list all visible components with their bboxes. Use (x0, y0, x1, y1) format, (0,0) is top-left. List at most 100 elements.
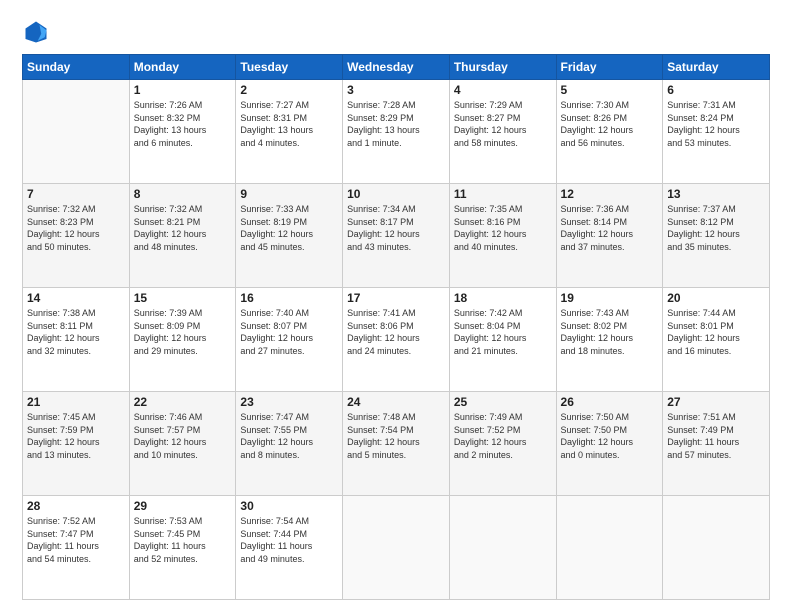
calendar-cell (663, 496, 770, 600)
day-number: 2 (240, 83, 338, 97)
calendar-cell: 18 Sunrise: 7:42 AM Sunset: 8:04 PM Dayli… (449, 288, 556, 392)
day-number: 23 (240, 395, 338, 409)
day-info: Sunrise: 7:46 AM Sunset: 7:57 PM Dayligh… (134, 411, 232, 461)
day-number: 21 (27, 395, 125, 409)
day-info: Sunrise: 7:52 AM Sunset: 7:47 PM Dayligh… (27, 515, 125, 565)
calendar-cell: 20 Sunrise: 7:44 AM Sunset: 8:01 PM Dayli… (663, 288, 770, 392)
day-info: Sunrise: 7:31 AM Sunset: 8:24 PM Dayligh… (667, 99, 765, 149)
calendar-cell (449, 496, 556, 600)
calendar-cell (343, 496, 450, 600)
calendar-cell: 13 Sunrise: 7:37 AM Sunset: 8:12 PM Dayli… (663, 184, 770, 288)
day-number: 3 (347, 83, 445, 97)
day-number: 13 (667, 187, 765, 201)
day-info: Sunrise: 7:51 AM Sunset: 7:49 PM Dayligh… (667, 411, 765, 461)
calendar-cell: 25 Sunrise: 7:49 AM Sunset: 7:52 PM Dayli… (449, 392, 556, 496)
day-number: 25 (454, 395, 552, 409)
day-number: 11 (454, 187, 552, 201)
day-info: Sunrise: 7:40 AM Sunset: 8:07 PM Dayligh… (240, 307, 338, 357)
calendar-header-tuesday: Tuesday (236, 55, 343, 80)
day-number: 1 (134, 83, 232, 97)
day-info: Sunrise: 7:42 AM Sunset: 8:04 PM Dayligh… (454, 307, 552, 357)
page: SundayMondayTuesdayWednesdayThursdayFrid… (0, 0, 792, 612)
calendar-cell: 23 Sunrise: 7:47 AM Sunset: 7:55 PM Dayli… (236, 392, 343, 496)
day-number: 10 (347, 187, 445, 201)
calendar-cell: 6 Sunrise: 7:31 AM Sunset: 8:24 PM Daylig… (663, 80, 770, 184)
calendar-cell: 11 Sunrise: 7:35 AM Sunset: 8:16 PM Dayli… (449, 184, 556, 288)
day-number: 5 (561, 83, 659, 97)
day-info: Sunrise: 7:27 AM Sunset: 8:31 PM Dayligh… (240, 99, 338, 149)
day-info: Sunrise: 7:35 AM Sunset: 8:16 PM Dayligh… (454, 203, 552, 253)
calendar-cell (23, 80, 130, 184)
day-number: 7 (27, 187, 125, 201)
day-number: 26 (561, 395, 659, 409)
calendar-week-row: 7 Sunrise: 7:32 AM Sunset: 8:23 PM Daylig… (23, 184, 770, 288)
day-info: Sunrise: 7:50 AM Sunset: 7:50 PM Dayligh… (561, 411, 659, 461)
calendar-cell: 28 Sunrise: 7:52 AM Sunset: 7:47 PM Dayli… (23, 496, 130, 600)
calendar-week-row: 1 Sunrise: 7:26 AM Sunset: 8:32 PM Daylig… (23, 80, 770, 184)
day-number: 20 (667, 291, 765, 305)
day-info: Sunrise: 7:47 AM Sunset: 7:55 PM Dayligh… (240, 411, 338, 461)
calendar-cell: 5 Sunrise: 7:30 AM Sunset: 8:26 PM Daylig… (556, 80, 663, 184)
day-number: 15 (134, 291, 232, 305)
day-info: Sunrise: 7:33 AM Sunset: 8:19 PM Dayligh… (240, 203, 338, 253)
day-info: Sunrise: 7:53 AM Sunset: 7:45 PM Dayligh… (134, 515, 232, 565)
calendar-cell: 4Sunrise: 7:29 AM Sunset: 8:27 PM Daylig… (449, 80, 556, 184)
calendar-header-thursday: Thursday (449, 55, 556, 80)
calendar-header-sunday: Sunday (23, 55, 130, 80)
calendar-week-row: 21Sunrise: 7:45 AM Sunset: 7:59 PM Dayli… (23, 392, 770, 496)
day-number: 12 (561, 187, 659, 201)
calendar-table: SundayMondayTuesdayWednesdayThursdayFrid… (22, 54, 770, 600)
day-info: Sunrise: 7:26 AM Sunset: 8:32 PM Dayligh… (134, 99, 232, 149)
calendar-cell: 21Sunrise: 7:45 AM Sunset: 7:59 PM Dayli… (23, 392, 130, 496)
day-number: 18 (454, 291, 552, 305)
calendar-cell: 12 Sunrise: 7:36 AM Sunset: 8:14 PM Dayli… (556, 184, 663, 288)
calendar-cell: 10Sunrise: 7:34 AM Sunset: 8:17 PM Dayli… (343, 184, 450, 288)
day-info: Sunrise: 7:49 AM Sunset: 7:52 PM Dayligh… (454, 411, 552, 461)
day-info: Sunrise: 7:39 AM Sunset: 8:09 PM Dayligh… (134, 307, 232, 357)
calendar-cell: 19 Sunrise: 7:43 AM Sunset: 8:02 PM Dayli… (556, 288, 663, 392)
calendar-header-friday: Friday (556, 55, 663, 80)
calendar-cell: 27 Sunrise: 7:51 AM Sunset: 7:49 PM Dayli… (663, 392, 770, 496)
calendar-cell: 7 Sunrise: 7:32 AM Sunset: 8:23 PM Daylig… (23, 184, 130, 288)
day-info: Sunrise: 7:36 AM Sunset: 8:14 PM Dayligh… (561, 203, 659, 253)
day-info: Sunrise: 7:28 AM Sunset: 8:29 PM Dayligh… (347, 99, 445, 149)
day-info: Sunrise: 7:54 AM Sunset: 7:44 PM Dayligh… (240, 515, 338, 565)
day-number: 27 (667, 395, 765, 409)
calendar-cell: 26 Sunrise: 7:50 AM Sunset: 7:50 PM Dayli… (556, 392, 663, 496)
day-info: Sunrise: 7:43 AM Sunset: 8:02 PM Dayligh… (561, 307, 659, 357)
day-number: 30 (240, 499, 338, 513)
day-number: 8 (134, 187, 232, 201)
day-info: Sunrise: 7:32 AM Sunset: 8:21 PM Dayligh… (134, 203, 232, 253)
calendar-cell: 29 Sunrise: 7:53 AM Sunset: 7:45 PM Dayli… (129, 496, 236, 600)
calendar-cell: 15 Sunrise: 7:39 AM Sunset: 8:09 PM Dayli… (129, 288, 236, 392)
day-number: 24 (347, 395, 445, 409)
day-info: Sunrise: 7:37 AM Sunset: 8:12 PM Dayligh… (667, 203, 765, 253)
day-info: Sunrise: 7:29 AM Sunset: 8:27 PM Dayligh… (454, 99, 552, 149)
calendar-cell: 14Sunrise: 7:38 AM Sunset: 8:11 PM Dayli… (23, 288, 130, 392)
day-info: Sunrise: 7:32 AM Sunset: 8:23 PM Dayligh… (27, 203, 125, 253)
day-number: 19 (561, 291, 659, 305)
day-info: Sunrise: 7:48 AM Sunset: 7:54 PM Dayligh… (347, 411, 445, 461)
logo-icon (22, 18, 50, 46)
day-number: 6 (667, 83, 765, 97)
calendar-cell: 9 Sunrise: 7:33 AM Sunset: 8:19 PM Daylig… (236, 184, 343, 288)
day-info: Sunrise: 7:44 AM Sunset: 8:01 PM Dayligh… (667, 307, 765, 357)
calendar-header-row: SundayMondayTuesdayWednesdayThursdayFrid… (23, 55, 770, 80)
day-info: Sunrise: 7:41 AM Sunset: 8:06 PM Dayligh… (347, 307, 445, 357)
calendar-header-wednesday: Wednesday (343, 55, 450, 80)
day-number: 28 (27, 499, 125, 513)
day-number: 29 (134, 499, 232, 513)
day-info: Sunrise: 7:30 AM Sunset: 8:26 PM Dayligh… (561, 99, 659, 149)
calendar-cell: 3 Sunrise: 7:28 AM Sunset: 8:29 PM Daylig… (343, 80, 450, 184)
calendar-week-row: 14Sunrise: 7:38 AM Sunset: 8:11 PM Dayli… (23, 288, 770, 392)
calendar-cell: 2 Sunrise: 7:27 AM Sunset: 8:31 PM Daylig… (236, 80, 343, 184)
day-info: Sunrise: 7:38 AM Sunset: 8:11 PM Dayligh… (27, 307, 125, 357)
logo (22, 18, 54, 46)
day-number: 16 (240, 291, 338, 305)
calendar-week-row: 28 Sunrise: 7:52 AM Sunset: 7:47 PM Dayli… (23, 496, 770, 600)
calendar-header-saturday: Saturday (663, 55, 770, 80)
calendar-cell: 30 Sunrise: 7:54 AM Sunset: 7:44 PM Dayli… (236, 496, 343, 600)
calendar-cell: 22Sunrise: 7:46 AM Sunset: 7:57 PM Dayli… (129, 392, 236, 496)
day-number: 9 (240, 187, 338, 201)
day-number: 17 (347, 291, 445, 305)
